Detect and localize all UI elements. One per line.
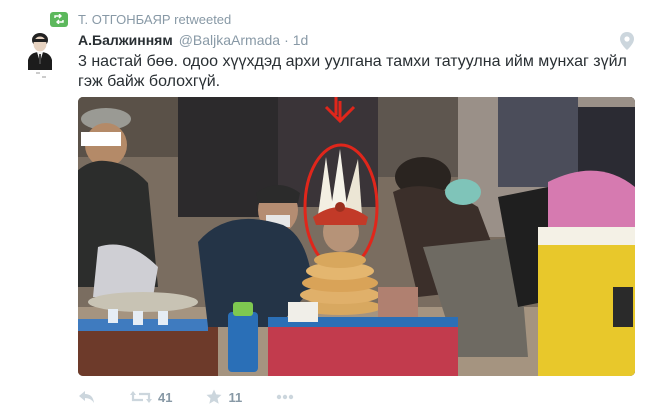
author-name[interactable]: А.Балжинням [78,32,173,48]
favorite-button[interactable]: 11 [206,389,242,405]
retweet-button[interactable]: 41 [130,390,172,405]
retweet-icon [130,390,152,404]
more-icon [276,394,294,400]
tweet-actions: 41 11 [78,386,328,408]
retweet-context-text[interactable]: Т. ОТГОНБАЯР retweeted [78,12,231,27]
author-handle[interactable]: @BaljkaArmada [179,32,280,48]
avatar[interactable] [22,30,58,82]
star-icon [206,389,222,405]
favorite-count: 11 [228,389,243,405]
retweet-count: 41 [158,389,173,405]
separator-dot: · [284,32,289,48]
tweet-text: 3 настай бөө. одоо хүүхдэд архи уулгана … [78,53,627,90]
retweet-context-icon [50,11,68,27]
tweet-header: А.Балжинням @BaljkaArmada · 1d [78,32,308,48]
tweet-time[interactable]: 1d [293,32,309,48]
tweet-media-photo[interactable] [78,97,635,376]
more-button[interactable] [276,394,294,400]
retweet-context[interactable]: Т. ОТГОНБАЯР retweeted [50,10,231,28]
photo-illustration [78,97,635,376]
reply-button[interactable] [78,390,96,404]
location-pin-icon[interactable] [620,32,634,50]
reply-icon [78,390,96,404]
